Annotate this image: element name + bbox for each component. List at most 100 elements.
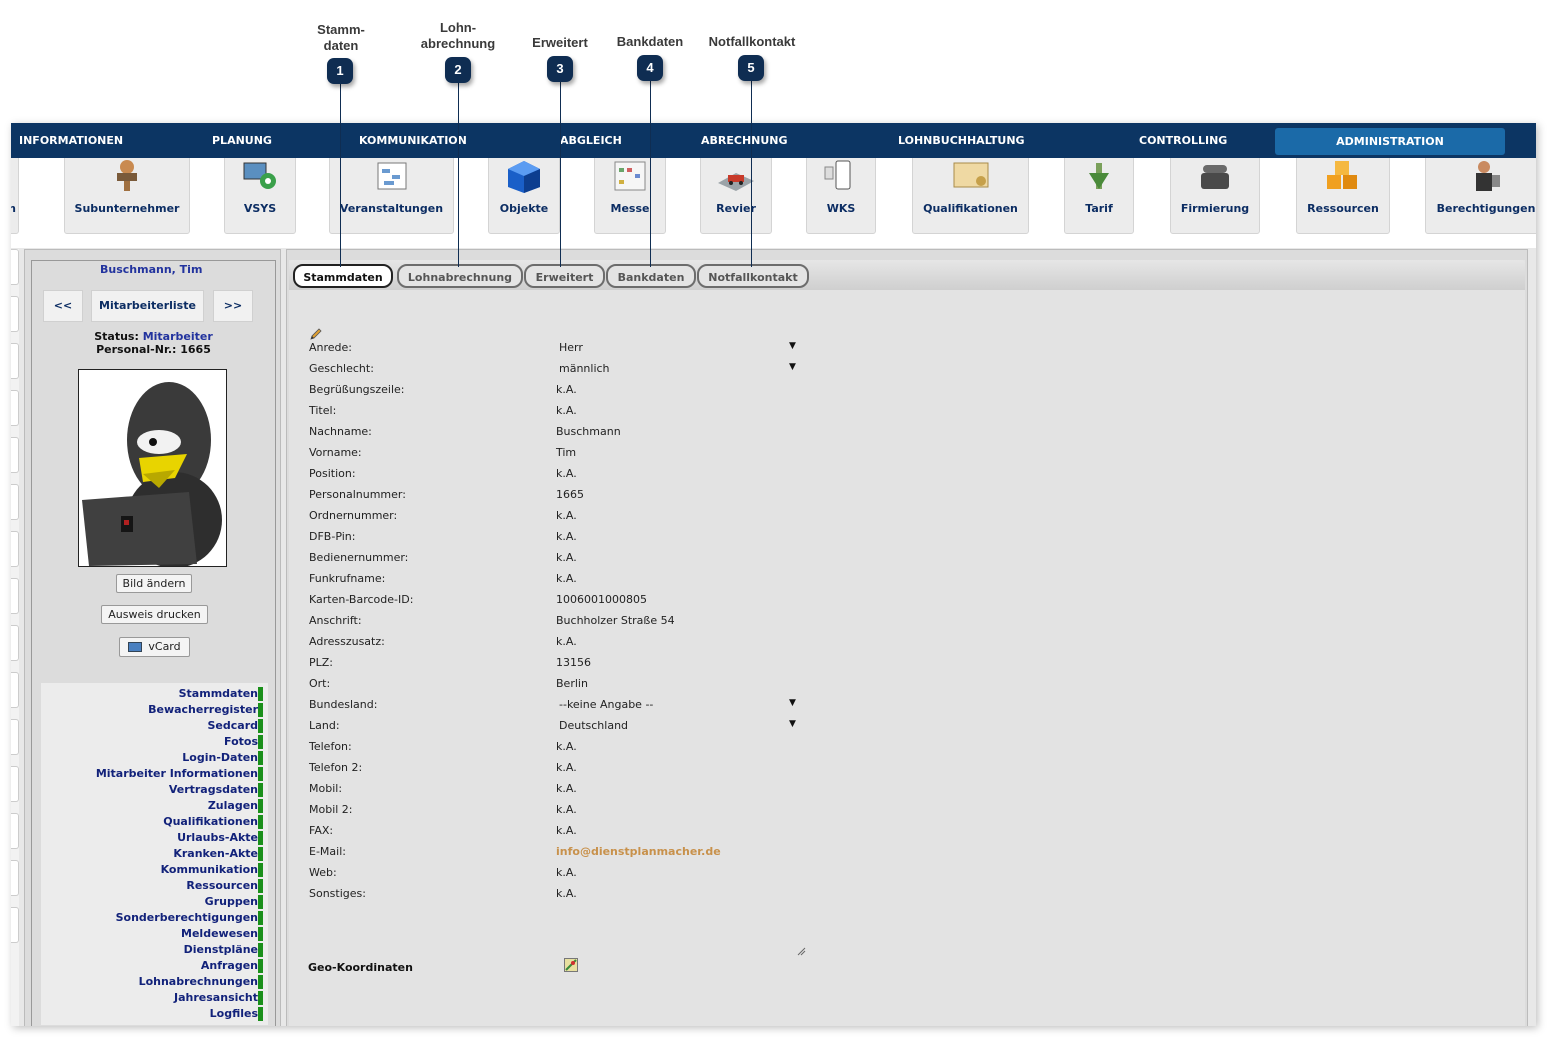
- menu-item-kommunikation[interactable]: Kommunikation: [161, 862, 258, 878]
- module-objekte[interactable]: Objekte: [488, 158, 560, 234]
- menu-item-urlaubs-akte[interactable]: Urlaubs-Akte: [177, 830, 258, 846]
- module-qualifikationen[interactable]: Qualifikationen: [912, 158, 1029, 234]
- strip-tab[interactable]: [11, 343, 19, 379]
- employee-list-button[interactable]: Mitarbeiterliste: [91, 290, 204, 322]
- field-value: k.A.: [556, 572, 577, 585]
- menu-item-qualifikationen[interactable]: Qualifikationen: [163, 814, 258, 830]
- field-row: Land: Deutschland ▼: [289, 719, 809, 737]
- nav-planung[interactable]: PLANUNG: [212, 123, 272, 158]
- tab-erweitert[interactable]: Erweitert: [524, 264, 605, 288]
- menu-indicator: [258, 863, 263, 877]
- nav-abgleich[interactable]: ABGLEICH: [560, 123, 622, 158]
- strip-tab[interactable]: [11, 437, 19, 473]
- tab-stammdaten[interactable]: Stammdaten: [293, 264, 393, 288]
- module-partial[interactable]: n: [11, 158, 19, 234]
- field-label: Begrüßungszeile:: [309, 383, 405, 396]
- field-select[interactable]: Deutschland: [559, 719, 628, 732]
- field-value: 1006001000805: [556, 593, 647, 606]
- field-select[interactable]: Herr: [559, 341, 583, 354]
- edit-pencil-icon[interactable]: [309, 327, 323, 341]
- module-berechtigungen[interactable]: Berechtigungen: [1425, 158, 1536, 234]
- menu-item-zulagen[interactable]: Zulagen: [208, 798, 258, 814]
- menu-item-jahresansicht[interactable]: Jahresansicht: [174, 990, 258, 1006]
- dropdown-arrow-icon[interactable]: ▼: [789, 719, 796, 729]
- menu-item-gruppen[interactable]: Gruppen: [205, 894, 258, 910]
- map-icon[interactable]: [564, 958, 578, 972]
- dropdown-arrow-icon[interactable]: ▼: [789, 362, 796, 372]
- mobile-device-icon: [824, 160, 851, 190]
- strip-tab[interactable]: [11, 907, 19, 943]
- nav-informationen[interactable]: INFORMATIONEN: [19, 123, 123, 158]
- strip-tab[interactable]: [11, 484, 19, 520]
- field-row: Telefon 2: k.A.: [289, 761, 809, 779]
- textarea-resize-handle[interactable]: [796, 946, 806, 956]
- field-value: k.A.: [556, 551, 577, 564]
- field-select[interactable]: männlich: [559, 362, 610, 375]
- nav-kommunikation[interactable]: KOMMUNIKATION: [359, 123, 467, 158]
- tab-notfallkontakt[interactable]: Notfallkontakt: [697, 264, 809, 288]
- menu-item-mitarbeiter-informationen[interactable]: Mitarbeiter Informationen: [96, 766, 258, 782]
- menu-item-bewacherregister[interactable]: Bewacherregister: [148, 702, 258, 718]
- nav-abrechnung[interactable]: ABRECHNUNG: [701, 123, 788, 158]
- previous-employee-button[interactable]: <<: [43, 290, 83, 322]
- strip-tab[interactable]: [11, 813, 19, 849]
- print-id-card-button[interactable]: Ausweis drucken: [101, 605, 208, 624]
- nav-lohnbuchhaltung[interactable]: LOHNBUCHHALTUNG: [898, 123, 1025, 158]
- field-value: Buchholzer Straße 54: [556, 614, 675, 627]
- menu-item-kranken-akte[interactable]: Kranken-Akte: [173, 846, 258, 862]
- field-label: Anschrift:: [309, 614, 362, 627]
- change-picture-button[interactable]: Bild ändern: [116, 574, 192, 593]
- field-value: k.A.: [556, 803, 577, 816]
- email-link[interactable]: info@dienstplanmacher.de: [556, 845, 721, 858]
- module-subunternehmer[interactable]: Subunternehmer: [64, 158, 190, 234]
- next-employee-button[interactable]: >>: [213, 290, 253, 322]
- menu-item-dienstplaene[interactable]: Dienstpläne: [184, 942, 258, 958]
- nav-controlling[interactable]: CONTROLLING: [1139, 123, 1227, 158]
- tab-lohnabrechnung[interactable]: Lohnabrechnung: [397, 264, 523, 288]
- field-select[interactable]: --keine Angabe --: [559, 698, 653, 711]
- menu-item-login-daten[interactable]: Login-Daten: [182, 750, 258, 766]
- menu-item-lohnabrechnungen[interactable]: Lohnabrechnungen: [139, 974, 258, 990]
- vcard-button[interactable]: vCard: [119, 637, 190, 657]
- menu-item-stammdaten[interactable]: Stammdaten: [179, 686, 258, 702]
- module-revier[interactable]: Revier: [700, 158, 772, 234]
- menu-item-sedcard[interactable]: Sedcard: [208, 718, 259, 734]
- field-value: k.A.: [556, 866, 577, 879]
- strip-tab[interactable]: [11, 390, 19, 426]
- strip-tab[interactable]: [11, 249, 19, 285]
- module-wks[interactable]: WKS: [806, 158, 876, 234]
- module-label: Revier: [716, 202, 756, 215]
- menu-item-anfragen[interactable]: Anfragen: [201, 958, 258, 974]
- module-tarif[interactable]: Tarif: [1064, 158, 1134, 234]
- menu-indicator: [258, 751, 263, 765]
- strip-tab[interactable]: [11, 578, 19, 614]
- menu-item-fotos[interactable]: Fotos: [224, 734, 258, 750]
- dropdown-arrow-icon[interactable]: ▼: [789, 698, 796, 708]
- dropdown-arrow-icon[interactable]: ▼: [789, 341, 796, 351]
- module-veranstaltungen[interactable]: Veranstaltungen: [329, 158, 454, 234]
- menu-item-vertragsdaten[interactable]: Vertragsdaten: [169, 782, 258, 798]
- strip-tab[interactable]: [11, 672, 19, 708]
- menu-item-logfiles[interactable]: Logfiles: [210, 1006, 258, 1022]
- nav-administration[interactable]: ADMINISTRATION: [1275, 128, 1505, 155]
- field-row: Position: k.A.: [289, 467, 809, 485]
- module-label: Ressourcen: [1307, 202, 1379, 215]
- strip-tab[interactable]: [11, 860, 19, 896]
- strip-tab[interactable]: [11, 766, 19, 802]
- menu-item-meldewesen[interactable]: Meldewesen: [181, 926, 258, 942]
- strip-tab[interactable]: [11, 531, 19, 567]
- strip-tab[interactable]: [11, 719, 19, 755]
- tab-bankdaten[interactable]: Bankdaten: [606, 264, 696, 288]
- field-label: FAX:: [309, 824, 334, 837]
- strip-tab[interactable]: [11, 625, 19, 661]
- module-messe[interactable]: Messe: [594, 158, 666, 234]
- menu-item-ressourcen[interactable]: Ressourcen: [186, 878, 258, 894]
- menu-item-sonderberechtigungen[interactable]: Sonderberechtigungen: [116, 910, 258, 926]
- callout-number-2: 2: [445, 57, 471, 83]
- employee-photo: [78, 369, 227, 568]
- module-vsys[interactable]: VSYS: [224, 158, 296, 234]
- field-value: k.A.: [556, 635, 577, 648]
- strip-tab[interactable]: [11, 296, 19, 332]
- module-firmierung[interactable]: Firmierung: [1170, 158, 1260, 234]
- module-ressourcen[interactable]: Ressourcen: [1296, 158, 1390, 234]
